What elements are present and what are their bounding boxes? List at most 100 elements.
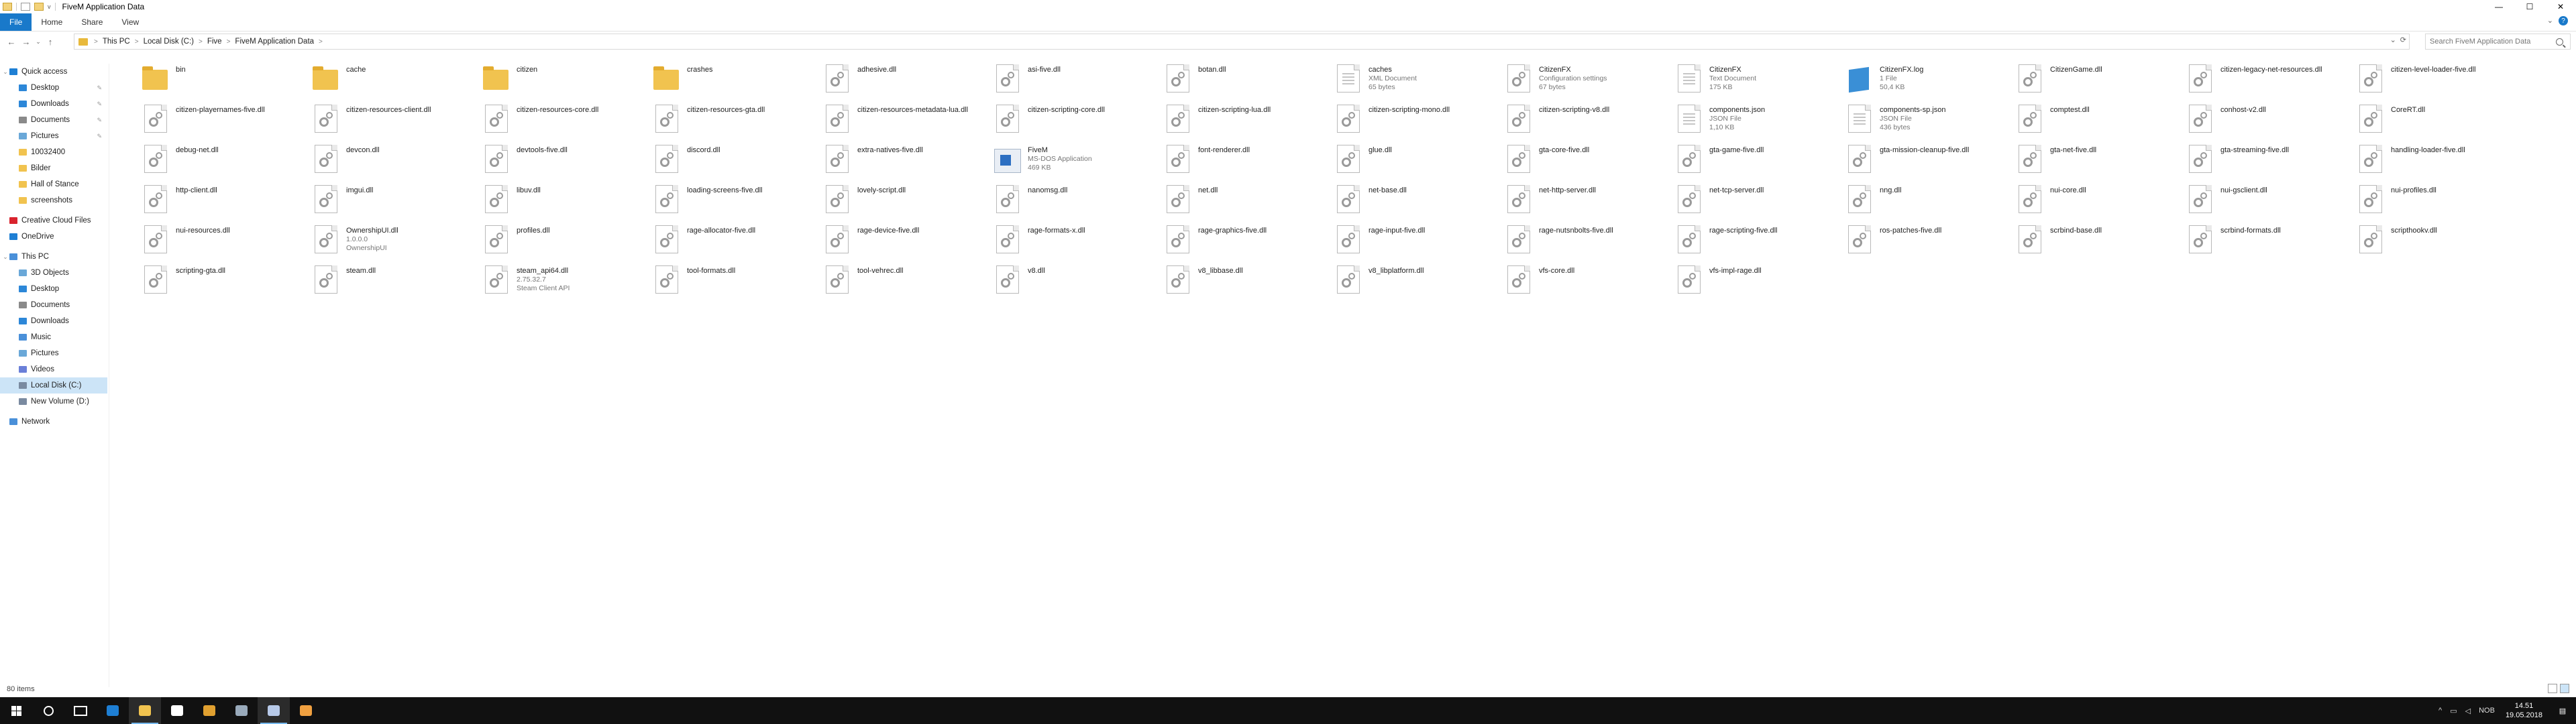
file-item[interactable]: nui-gsclient.dll xyxy=(2187,181,2357,221)
file-item[interactable]: rage-allocator-five.dll xyxy=(653,221,824,261)
file-item[interactable]: components-sp.json JSON File 436 bytes xyxy=(1846,101,2017,141)
sidebar-item-downloads[interactable]: Downloads xyxy=(0,313,107,329)
file-item[interactable]: CoreRT.dll xyxy=(2357,101,2528,141)
breadcrumb-separator[interactable]: > xyxy=(133,38,141,46)
file-item[interactable]: cache xyxy=(313,60,483,101)
recent-locations-button[interactable]: ⌄ xyxy=(34,34,43,49)
file-item[interactable]: net-base.dll xyxy=(1335,181,1505,221)
sidebar-item-documents[interactable]: Documents xyxy=(0,297,107,313)
forward-button[interactable]: → xyxy=(19,34,34,49)
refresh-icon[interactable]: ⟳ xyxy=(2400,36,2406,44)
file-item[interactable]: vfs-impl-rage.dll xyxy=(1676,261,1846,302)
close-button[interactable]: ✕ xyxy=(2545,0,2576,13)
file-item[interactable]: gta-net-five.dll xyxy=(2017,141,2187,181)
new-folder-icon[interactable] xyxy=(34,3,44,11)
file-item[interactable]: http-client.dll xyxy=(142,181,313,221)
properties-icon[interactable] xyxy=(21,3,30,11)
file-item[interactable]: bin xyxy=(142,60,313,101)
file-item[interactable]: citizen xyxy=(483,60,653,101)
sidebar-item-network[interactable]: Network xyxy=(0,414,107,430)
file-item[interactable]: net-tcp-server.dll xyxy=(1676,181,1846,221)
sidebar-item-videos[interactable]: Videos xyxy=(0,361,107,377)
pin-icon[interactable]: ✎ xyxy=(97,84,102,92)
clock[interactable]: 14.51 19.05.2018 xyxy=(2499,701,2549,720)
file-item[interactable]: FiveM MS-DOS Application 469 KB xyxy=(994,141,1165,181)
sidebar-item-desktop[interactable]: Desktop ✎ xyxy=(0,80,107,96)
address-dropdown-button[interactable]: ⌄ xyxy=(2390,36,2396,44)
large-icons-view-icon[interactable] xyxy=(2560,684,2569,693)
file-item[interactable]: citizen-scripting-core.dll xyxy=(994,101,1165,141)
file-item[interactable]: adhesive.dll xyxy=(824,60,994,101)
sidebar-item-pictures[interactable]: Pictures xyxy=(0,345,107,361)
file-item[interactable]: conhost-v2.dll xyxy=(2187,101,2357,141)
sidebar-item-downloads[interactable]: Downloads ✎ xyxy=(0,96,107,112)
minimize-button[interactable]: — xyxy=(2483,0,2514,13)
file-item[interactable]: caches XML Document 65 bytes xyxy=(1335,60,1505,101)
file-item[interactable]: v8.dll xyxy=(994,261,1165,302)
file-item[interactable]: citizen-resources-core.dll xyxy=(483,101,653,141)
file-item[interactable]: crashes xyxy=(653,60,824,101)
file-item[interactable]: citizen-resources-client.dll xyxy=(313,101,483,141)
taskbar-explorer[interactable] xyxy=(129,697,161,724)
file-item[interactable]: comptest.dll xyxy=(2017,101,2187,141)
sidebar-item-desktop[interactable]: Desktop xyxy=(0,281,107,297)
sidebar-item-music[interactable]: Music xyxy=(0,329,107,345)
show-hidden-icons[interactable]: ^ xyxy=(2434,707,2446,715)
taskbar-store[interactable] xyxy=(161,697,193,724)
file-item[interactable]: scripthookv.dll xyxy=(2357,221,2528,261)
file-item[interactable]: debug-net.dll xyxy=(142,141,313,181)
file-item[interactable]: citizen-scripting-lua.dll xyxy=(1165,101,1335,141)
file-item[interactable]: font-renderer.dll xyxy=(1165,141,1335,181)
file-item[interactable]: gta-game-five.dll xyxy=(1676,141,1846,181)
file-item[interactable]: components.json JSON File 1,10 KB xyxy=(1676,101,1846,141)
file-item[interactable]: CitizenGame.dll xyxy=(2017,60,2187,101)
tab-share[interactable]: Share xyxy=(72,13,112,31)
sidebar-item-local-disk-c[interactable]: Local Disk (C:) xyxy=(0,377,107,394)
file-item[interactable]: OwnershipUI.dll 1.0.0.0 OwnershipUI xyxy=(313,221,483,261)
file-item[interactable]: citizen-resources-metadata-lua.dll xyxy=(824,101,994,141)
file-item[interactable]: gta-streaming-five.dll xyxy=(2187,141,2357,181)
address-bar[interactable]: > This PC > Local Disk (C:) > Five > Fiv… xyxy=(74,34,2410,50)
breadcrumb-five[interactable]: Five xyxy=(205,38,225,46)
file-item[interactable]: citizen-scripting-v8.dll xyxy=(1505,101,1676,141)
file-item[interactable]: lovely-script.dll xyxy=(824,181,994,221)
expand-caret-icon[interactable]: ⌄ xyxy=(1,253,9,261)
file-item[interactable]: rage-device-five.dll xyxy=(824,221,994,261)
sidebar-item-bilder[interactable]: Bilder xyxy=(0,160,107,176)
breadcrumb-local-disk[interactable]: Local Disk (C:) xyxy=(141,38,197,46)
sidebar-item-onedrive[interactable]: OneDrive xyxy=(0,229,107,245)
search-box[interactable] xyxy=(2425,34,2571,50)
file-item[interactable]: nui-core.dll xyxy=(2017,181,2187,221)
file-item[interactable]: tool-vehrec.dll xyxy=(824,261,994,302)
pin-icon[interactable]: ✎ xyxy=(97,117,102,124)
taskbar-search[interactable] xyxy=(32,697,64,724)
file-item[interactable]: CitizenFX Text Document 175 KB xyxy=(1676,60,1846,101)
taskbar-edge[interactable] xyxy=(97,697,129,724)
file-item[interactable]: citizen-playernames-five.dll xyxy=(142,101,313,141)
file-item[interactable]: botan.dll xyxy=(1165,60,1335,101)
file-item[interactable]: nng.dll xyxy=(1846,181,2017,221)
tab-home[interactable]: Home xyxy=(32,13,72,31)
file-item[interactable]: nanomsg.dll xyxy=(994,181,1165,221)
sidebar-item-hall-of-stance[interactable]: Hall of Stance xyxy=(0,176,107,192)
file-item[interactable]: scripting-gta.dll xyxy=(142,261,313,302)
volume-tray-icon[interactable]: ◁ xyxy=(2461,707,2475,715)
sidebar-item-quick-access[interactable]: ⌄ Quick access xyxy=(0,64,107,80)
file-item[interactable]: rage-input-five.dll xyxy=(1335,221,1505,261)
sidebar-item-new-volume-d[interactable]: New Volume (D:) xyxy=(0,394,107,410)
file-item[interactable]: ros-patches-five.dll xyxy=(1846,221,2017,261)
taskbar-steam[interactable] xyxy=(225,697,258,724)
file-item[interactable]: vfs-core.dll xyxy=(1505,261,1676,302)
sidebar-item-documents[interactable]: Documents ✎ xyxy=(0,112,107,128)
expand-caret-icon[interactable]: ⌄ xyxy=(1,68,9,76)
file-item[interactable]: tool-formats.dll xyxy=(653,261,824,302)
action-center-icon[interactable]: ▤ xyxy=(2549,697,2576,724)
help-icon[interactable]: ? xyxy=(2559,16,2568,25)
file-item[interactable]: steam.dll xyxy=(313,261,483,302)
sidebar-item-screenshots[interactable]: screenshots xyxy=(0,192,107,208)
tab-file[interactable]: File xyxy=(0,13,32,31)
pin-icon[interactable]: ✎ xyxy=(97,133,102,140)
file-item[interactable]: citizen-resources-gta.dll xyxy=(653,101,824,141)
network-tray-icon[interactable]: ▭ xyxy=(2446,707,2461,715)
file-item[interactable]: steam_api64.dll 2.75.32.7 Steam Client API xyxy=(483,261,653,302)
